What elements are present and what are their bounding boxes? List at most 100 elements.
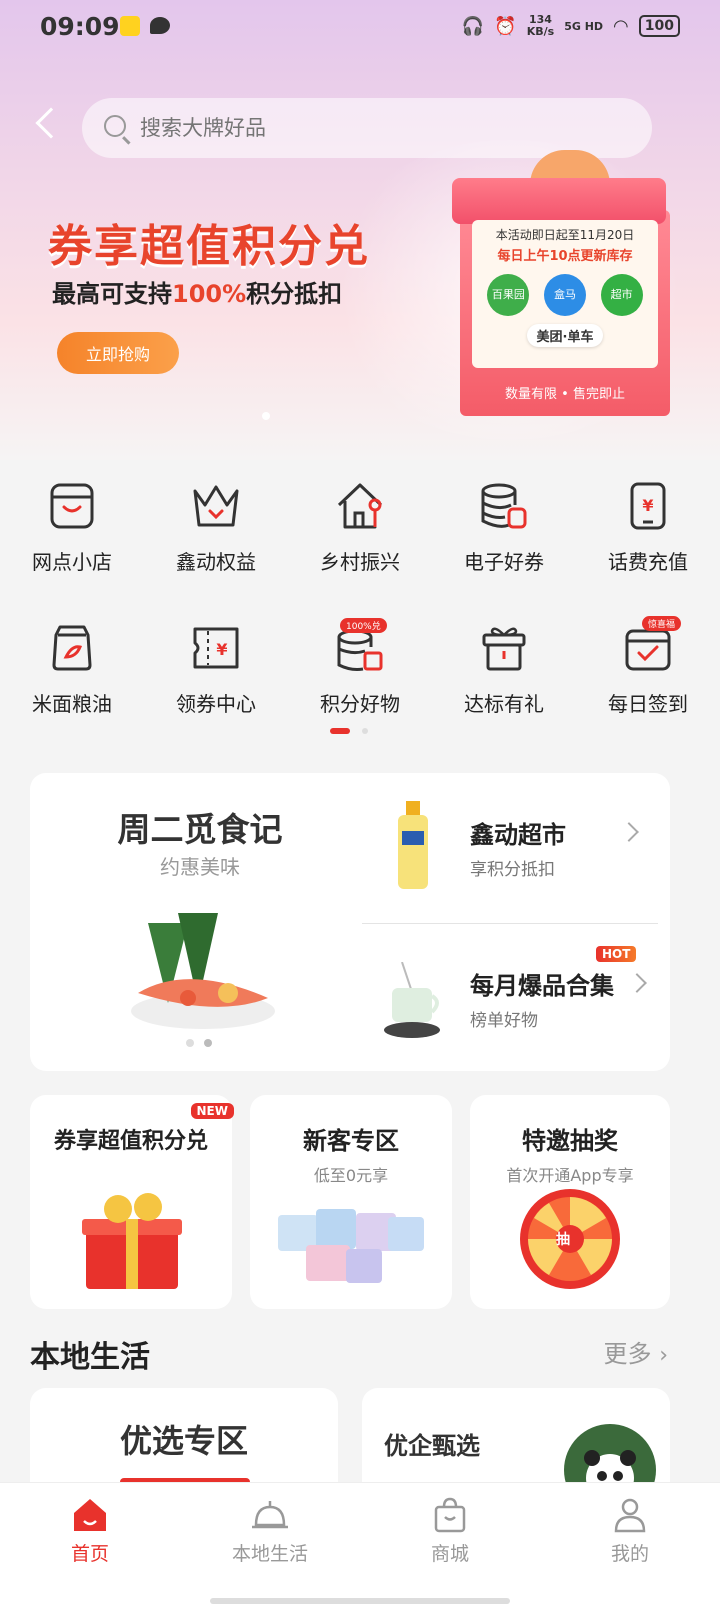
menu-item-grain[interactable]: 米面粮油: [0, 622, 144, 717]
enterprise-select-title: 优企甄选: [384, 1432, 480, 1460]
menu-pager-inactive: [362, 728, 368, 734]
feature-card: 周二觅食记 约惠美味 鑫动超市 享积分抵扣 HOT 每月爆品合集 榜单好物: [30, 773, 670, 1071]
gift-footer: 数量有限 • 售完即止: [505, 387, 625, 402]
house-icon: [334, 480, 386, 532]
menu-item-recharge[interactable]: ¥ 话费充值: [576, 480, 720, 575]
tab-home[interactable]: 首页: [0, 1483, 180, 1612]
tab-label: 商城: [430, 1543, 469, 1565]
status-bar: 09:09 🎧 ⏰ 134 KB/s 5G HD ◠ 100: [0, 0, 720, 56]
wifi-icon: ◠: [613, 15, 629, 37]
menu-label: 电子好券: [464, 550, 544, 574]
partner-logos: 百果园 盒马 超市: [472, 274, 658, 316]
headphone-icon: 🎧: [461, 15, 485, 37]
more-link[interactable]: 更多 ›: [604, 1334, 668, 1369]
menu-item-shop[interactable]: 网点小店: [0, 480, 144, 575]
local-life-title: 本地生活: [30, 1340, 150, 1375]
food-diary-title: 周二觅食记: [117, 810, 283, 849]
network-type: 5G HD: [564, 19, 604, 33]
points-icon: 100%兑: [334, 618, 387, 674]
promo-title: 新客专区: [303, 1127, 399, 1155]
meituan-bike-logo: 美团·单车: [526, 324, 604, 347]
supermarket-subtitle: 享积分抵扣: [470, 860, 555, 880]
menu-label: 米面粮油: [32, 692, 112, 716]
promo-title: 券享超值积分兑: [53, 1129, 208, 1154]
shopping-bag-icon: [430, 1497, 470, 1533]
chevron-right-icon: [627, 973, 647, 993]
banner-subtitle: 最高可支持100%积分抵扣: [52, 280, 343, 308]
tab-mall[interactable]: 商城: [360, 1483, 540, 1612]
menu-label: 每日签到: [608, 692, 688, 716]
battery-indicator: 100: [638, 15, 680, 37]
gift-card: 本活动即日起至11月20日 每日上午10点更新库存 百果园 盒马 超市 美团·单…: [472, 220, 658, 368]
lottery-wheel-icon: [520, 1189, 620, 1289]
search-bar[interactable]: [82, 98, 652, 158]
wheel-center-label: 抽: [556, 1232, 570, 1248]
menu-row-1: 网点小店 鑫动权益 乡村振兴 电子好券 ¥ 话费充值: [0, 480, 720, 575]
food-diary-panel[interactable]: 周二觅食记 约惠美味: [30, 773, 370, 1071]
search-input[interactable]: [140, 98, 620, 158]
tab-label: 我的: [610, 1543, 649, 1565]
menu-item-reward[interactable]: 达标有礼: [432, 622, 576, 717]
menu-item-rights[interactable]: 鑫动权益: [144, 480, 288, 575]
buy-now-button[interactable]: 立即抢购: [57, 332, 179, 374]
new-tag: NEW: [190, 1103, 234, 1119]
banner-dot-active: [262, 412, 270, 420]
menu-label: 鑫动权益: [176, 550, 256, 574]
phone-icon: ¥: [622, 480, 674, 532]
banner-title: 券享超值积分兑: [48, 221, 370, 272]
menu-label: 领券中心: [176, 692, 256, 716]
supermarket-title: 鑫动超市: [470, 821, 566, 849]
menu-item-village[interactable]: 乡村振兴: [288, 480, 432, 575]
menu-label: 话费充值: [608, 550, 688, 574]
gift-restock-text: 每日上午10点更新库存: [497, 249, 633, 264]
ticket-icon: ¥: [190, 622, 242, 674]
tab-mine[interactable]: 我的: [540, 1483, 720, 1612]
tab-label: 本地生活: [231, 1543, 308, 1565]
crown-icon: [190, 480, 242, 532]
network-speed: 134 KB/s: [526, 13, 555, 38]
seafood-platter-image: [131, 913, 275, 1029]
shop-icon: [46, 480, 98, 532]
gift-date-text: 本活动即日起至11月20日: [495, 228, 635, 242]
menu-item-coupon-center[interactable]: ¥ 领券中心: [144, 622, 288, 717]
app-notification-icon: [120, 16, 140, 36]
tab-label: 首页: [70, 1543, 109, 1565]
menu-item-checkin[interactable]: 惊喜福 每日签到: [576, 616, 720, 717]
supermarket-logo: 超市: [600, 274, 643, 316]
menu-pager-active: [330, 728, 350, 734]
lotion-bottle-image: [398, 801, 428, 889]
food-diary-subtitle: 约惠美味: [160, 855, 240, 879]
svg-text:¥: ¥: [216, 640, 227, 659]
carousel-dot: [186, 1039, 194, 1047]
gift-box-image: [82, 1193, 182, 1289]
promo-points-exchange[interactable]: NEW 券享超值积分兑: [30, 1095, 234, 1309]
chevron-right-icon: [619, 822, 639, 842]
monthly-hot-entry[interactable]: HOT 每月爆品合集 榜单好物: [360, 924, 670, 1071]
home-icon: [70, 1497, 110, 1533]
menu-label: 达标有礼: [464, 692, 544, 716]
search-icon: [104, 115, 126, 137]
supermarket-entry[interactable]: 鑫动超市 享积分抵扣: [360, 773, 670, 923]
menu-item-coupons[interactable]: 电子好券: [432, 480, 576, 575]
promo-new-customer[interactable]: 新客专区 低至0元享: [250, 1095, 452, 1309]
carousel-dot-active: [204, 1039, 212, 1047]
home-indicator[interactable]: [210, 1598, 510, 1604]
gift-box-illustration: 本活动即日起至11月20日 每日上午10点更新库存 百果园 盒马 超市 美团·单…: [452, 150, 678, 422]
checkin-tag: 惊喜福: [642, 616, 682, 631]
alarm-icon: ⏰: [494, 15, 517, 37]
monthly-hot-title: 每月爆品合集: [470, 972, 614, 1000]
status-right: 🎧 ⏰ 134 KB/s 5G HD ◠ 100: [462, 14, 680, 38]
hema-logo: 盒马: [543, 274, 586, 316]
menu-label: 网点小店: [32, 550, 112, 574]
monthly-hot-subtitle: 榜单好物: [470, 1011, 538, 1031]
status-time: 09:09: [40, 12, 120, 41]
promo-subtitle: 首次开通App专享: [506, 1166, 634, 1185]
menu-item-points-goods[interactable]: 100%兑 积分好物: [288, 618, 432, 717]
promo-subtitle: 低至0元享: [313, 1166, 389, 1185]
tissue-packs-image: [278, 1209, 424, 1283]
tab-local-life[interactable]: 本地生活: [180, 1483, 360, 1612]
coupon-stack-icon: [478, 480, 530, 532]
hot-tag: HOT: [596, 946, 637, 962]
gift-lid: [452, 178, 666, 224]
promo-lottery[interactable]: 特邀抽奖 首次开通App专享 抽: [470, 1095, 670, 1309]
